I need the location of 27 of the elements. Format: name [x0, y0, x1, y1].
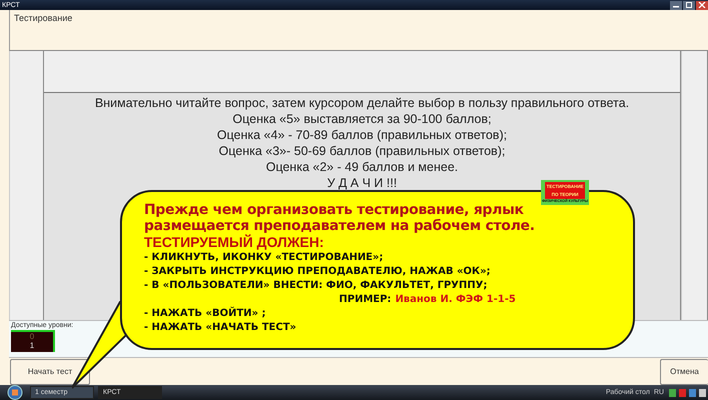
example-label: ПРИМЕР:: [339, 293, 392, 307]
callout-step-text: - В «ПОЛЬЗОВАТЕЛИ» ВНЕСТИ: ФИО, ФАКУЛЬТЕТ, ГРУППУ;: [144, 279, 488, 293]
maximize-button[interactable]: [683, 0, 695, 10]
instruction-text: Оценка «4» - 70-89 баллов (правильных ответов);: [217, 127, 507, 143]
callout-intro-text: Прежде чем организовать тестирование, ярлык размещается преподавателем на рабочем столе.: [144, 202, 536, 234]
instruction-text: У Д А Ч И !!!: [327, 175, 397, 191]
example-value: Иванов И. ФЭФ 1-1-5: [395, 293, 516, 307]
callout-step-text: - НАЖАТЬ «НАЧАТЬ ТЕСТ»: [144, 321, 298, 335]
maximize-icon: [685, 2, 693, 8]
header-title: Тестирование: [13, 12, 74, 25]
minimize-button[interactable]: [670, 0, 682, 10]
level-number: 0: [30, 332, 34, 341]
instruction-text: Оценка «5» выставляется за 90-100 баллов;: [232, 111, 492, 127]
tray-icons-drawing: [668, 388, 708, 398]
callout-step-text: - НАЖАТЬ «ВОЙТИ» ;: [144, 307, 267, 321]
cancel-button[interactable]: Отмена: [660, 358, 708, 384]
close-button[interactable]: [696, 0, 708, 10]
instruction-text: Оценка «3»- 50-69 баллов (правильных ответов);: [218, 143, 506, 159]
callout-step-text: - КЛИКНУТЬ, ИКОНКУ «ТЕСТИРОВАНИЕ»;: [144, 251, 384, 265]
level-tile[interactable]: 0 1: [11, 330, 55, 352]
level-number: 1: [30, 341, 34, 350]
start-test-button[interactable]: Начать тест: [10, 358, 90, 384]
callout-heading: ТЕСТИРУЕМЫЙ ДОЛЖЕН:: [144, 234, 325, 251]
instruction-text: Оценка «2» - 49 баллов и менее.: [266, 159, 458, 175]
callout-step-text: - ЗАКРЫТЬ ИНСТРУКЦИЮ ПРЕПОДАВАТЕЛЮ, НАЖАВ «ОК»;: [144, 265, 492, 279]
instruction-text: Внимательно читайте вопрос, затем курсором делайте выбор в пользу правильного ответа.: [94, 95, 630, 111]
close-icon: [698, 2, 706, 8]
